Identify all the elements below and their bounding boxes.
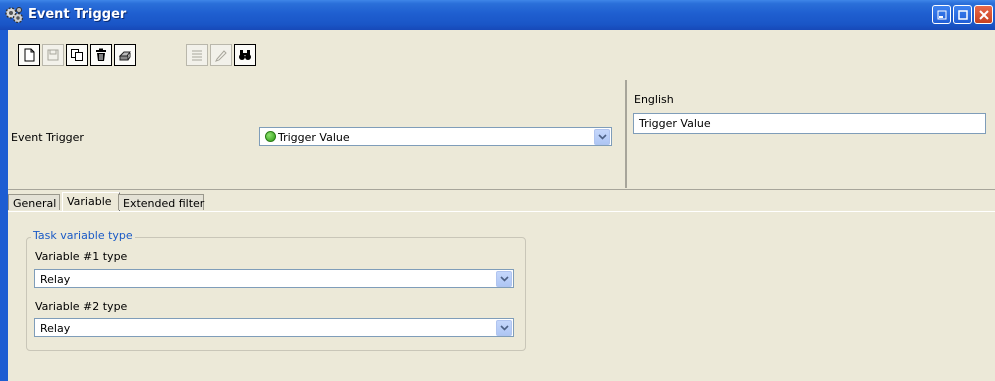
english-translation-value: Trigger Value	[639, 117, 711, 130]
event-trigger-label: Event Trigger	[11, 131, 84, 144]
maximize-button[interactable]	[953, 5, 972, 24]
close-button[interactable]	[974, 5, 993, 24]
chevron-down-icon[interactable]	[594, 129, 610, 145]
panel-divider	[625, 80, 627, 188]
edit-button[interactable]	[210, 44, 232, 66]
list-button[interactable]	[186, 44, 208, 66]
section-divider	[8, 189, 995, 190]
language-label: English	[634, 93, 674, 106]
chevron-down-icon[interactable]	[496, 271, 512, 287]
new-button[interactable]	[18, 44, 40, 66]
variable2-type-label: Variable #2 type	[35, 300, 128, 313]
minimize-button[interactable]	[932, 5, 951, 24]
close-icon	[978, 9, 990, 24]
event-trigger-window: Event Trigger Event Trigger Trigger Valu…	[0, 0, 995, 381]
status-dot-icon	[265, 131, 276, 142]
variable2-type-value: Relay	[40, 322, 71, 335]
variable1-type-value: Relay	[40, 273, 71, 286]
save-button[interactable]	[42, 44, 64, 66]
variable1-type-label: Variable #1 type	[35, 250, 128, 263]
english-translation-field[interactable]: Trigger Value	[633, 113, 986, 134]
tab-variable[interactable]: Variable	[62, 192, 120, 211]
print-button[interactable]	[114, 44, 136, 66]
chevron-down-icon[interactable]	[496, 320, 512, 336]
find-button[interactable]	[234, 44, 256, 66]
task-variable-group-title: Task variable type	[31, 229, 135, 242]
gear-cluster-icon[interactable]	[4, 5, 24, 25]
variable1-type-select[interactable]: Relay	[34, 269, 514, 288]
event-trigger-value: Trigger Value	[278, 131, 350, 144]
tab-extended-filter[interactable]: Extended filter	[118, 194, 204, 210]
tab-baseline	[8, 211, 995, 212]
copy-button[interactable]	[66, 44, 88, 66]
event-trigger-select[interactable]: Trigger Value	[259, 127, 612, 146]
toolbar	[8, 30, 995, 70]
minimize-icon	[937, 10, 947, 23]
window-left-border	[0, 30, 8, 381]
variable2-type-select[interactable]: Relay	[34, 318, 514, 337]
title-bar[interactable]: Event Trigger	[0, 0, 995, 30]
window-title: Event Trigger	[28, 7, 127, 22]
tab-general[interactable]: General	[8, 194, 60, 210]
delete-button[interactable]	[90, 44, 112, 66]
maximize-icon	[958, 10, 968, 23]
